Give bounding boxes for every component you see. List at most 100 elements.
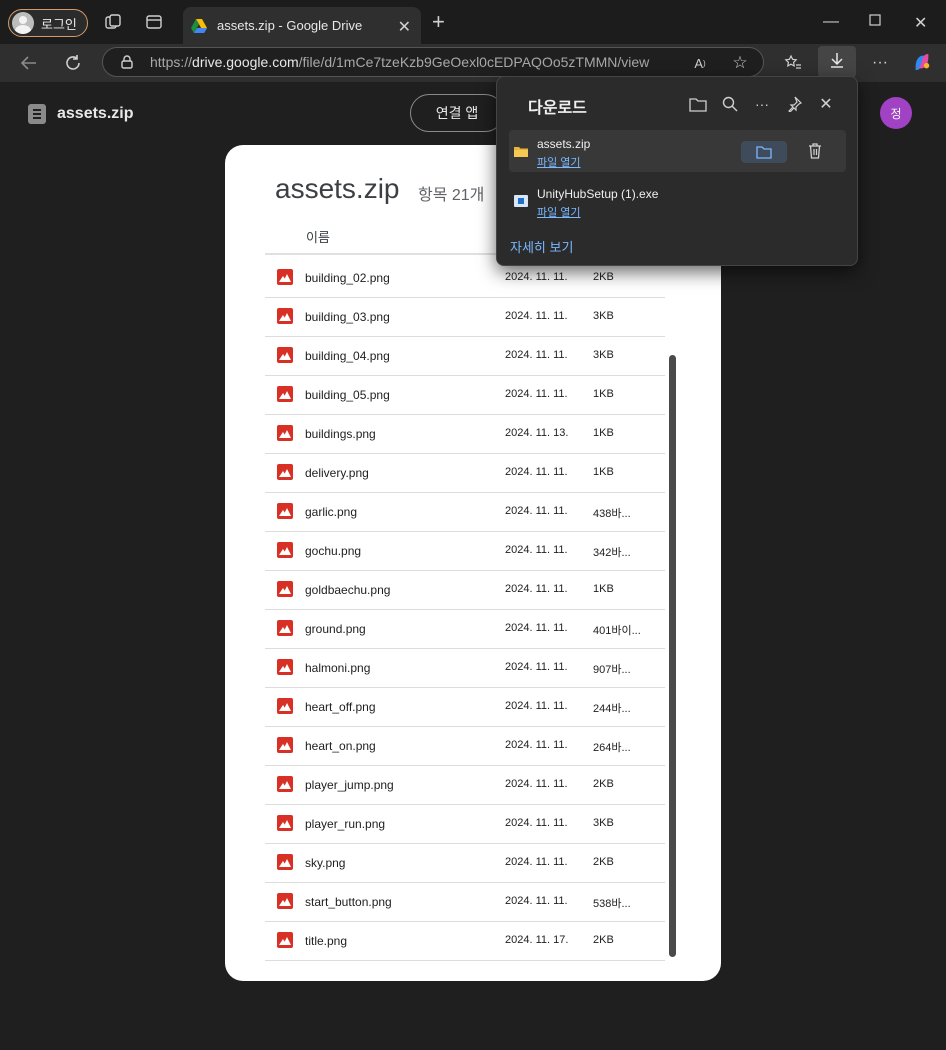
profile-icon [12,12,34,34]
file-size: 2KB [593,934,614,946]
file-name: garlic.png [305,505,358,519]
file-date: 2024. 11. 11. [505,388,568,400]
downloads-title: 다운로드 [528,100,587,117]
file-date: 2024. 11. 11. [505,778,568,790]
plus-icon[interactable]: + [432,11,445,33]
zip-folder-icon [514,144,528,157]
table-row[interactable]: building_04.png 2024. 11. 11. 3KB [265,337,665,376]
file-name: halmoni.png [305,661,371,675]
table-row[interactable]: garlic.png 2024. 11. 11. 438바... [265,493,665,532]
avatar[interactable]: 정 [880,97,912,129]
star-icon[interactable]: ☆ [730,53,750,73]
file-date: 2024. 11. 11. [505,856,568,868]
file-name: player_run.png [305,817,386,831]
file-size: 1KB [593,388,614,400]
download-item[interactable]: assets.zip 파일 열기 [509,130,846,172]
file-name: heart_on.png [305,739,376,753]
table-row[interactable]: ground.png 2024. 11. 11. 401바이... [265,610,665,649]
file-date: 2024. 11. 11. [505,739,568,751]
file-size: 401바이... [593,625,641,637]
download-item-name: UnityHubSetup (1).exe [537,187,659,201]
close-window-icon[interactable]: ✕ [914,13,927,33]
downloads-button[interactable] [818,46,856,78]
file-size: 264바... [593,742,631,754]
file-size: 1KB [593,466,614,478]
read-aloud-icon[interactable]: A) [690,53,710,73]
image-file-icon [277,542,293,558]
close-icon[interactable]: ✕ [398,17,411,37]
minimize-icon[interactable]: — [823,13,839,31]
show-in-folder-button[interactable] [741,141,787,163]
workspaces-icon[interactable] [103,12,123,32]
more-icon[interactable]: ··· [870,53,890,73]
image-file-icon [277,425,293,441]
maximize-icon[interactable] [869,13,881,31]
url-text: https://drive.google.com/file/d/1mCe7tze… [150,54,650,70]
file-list: building_02.png 2024. 11. 11. 2KB building_… [265,259,665,961]
pin-icon[interactable] [784,95,804,113]
image-file-icon [277,815,293,831]
image-file-icon [277,269,293,285]
file-date: 2024. 11. 11. [505,349,568,361]
trash-icon[interactable] [807,142,823,164]
download-item[interactable]: UnityHubSetup (1).exe 파일 열기 [509,180,846,222]
archive-preview-card: assets.zip 항목 21개 이름 building_02.png 2024… [225,145,721,981]
table-row[interactable]: title.png 2024. 11. 17. 2KB [265,922,665,961]
table-row[interactable]: heart_on.png 2024. 11. 11. 264바... [265,727,665,766]
table-row[interactable]: heart_off.png 2024. 11. 11. 244바... [265,688,665,727]
file-size: 1KB [593,427,614,439]
file-date: 2024. 11. 13. [505,427,569,439]
table-row[interactable]: start_button.png 2024. 11. 11. 538바... [265,883,665,922]
table-row[interactable]: goldbaechu.png 2024. 11. 11. 1KB [265,571,665,610]
zip-file-icon [28,104,46,124]
open-file-link[interactable]: 파일 열기 [537,154,581,170]
file-date: 2024. 11. 11. [505,271,568,283]
image-file-icon [277,698,293,714]
archive-title: assets.zip [275,173,400,204]
file-date: 2024. 11. 11. [505,895,568,907]
table-row[interactable]: player_run.png 2024. 11. 11. 3KB [265,805,665,844]
title-bar: 로그인 assets.zip - Google Drive ✕ + — ✕ [0,0,946,44]
open-file-link[interactable]: 파일 열기 [537,204,581,220]
table-row[interactable]: halmoni.png 2024. 11. 11. 907바... [265,649,665,688]
refresh-icon[interactable] [63,53,83,73]
drive-file-name: assets.zip [57,105,134,122]
file-name: building_04.png [305,349,390,363]
back-arrow-icon[interactable] [19,53,39,73]
image-file-icon [277,503,293,519]
table-row[interactable]: gochu.png 2024. 11. 11. 342바... [265,532,665,571]
image-file-icon [277,464,293,480]
file-size: 2KB [593,271,614,283]
image-file-icon [277,932,293,948]
drive-file-title: assets.zip [28,104,133,124]
file-size: 342바... [593,547,631,559]
table-row[interactable]: building_03.png 2024. 11. 11. 3KB [265,298,665,337]
table-row[interactable]: delivery.png 2024. 11. 11. 1KB [265,454,665,493]
file-size: 2KB [593,856,614,868]
folder-icon[interactable] [688,95,708,113]
file-name: player_jump.png [305,778,394,792]
archive-item-count: 항목 21개 [418,187,485,204]
tab-actions-icon[interactable] [144,12,164,32]
more-options-icon[interactable]: ··· [752,95,772,113]
image-file-icon [277,854,293,870]
table-row[interactable]: player_jump.png 2024. 11. 11. 2KB [265,766,665,805]
column-header-name[interactable]: 이름 [306,227,330,246]
close-icon[interactable]: ✕ [816,95,836,113]
exe-file-icon [514,194,528,207]
file-size: 907바... [593,664,631,676]
table-row[interactable]: building_05.png 2024. 11. 11. 1KB [265,376,665,415]
tab-google-drive[interactable]: assets.zip - Google Drive ✕ [183,7,421,44]
image-file-icon [277,347,293,363]
address-bar[interactable]: https://drive.google.com/file/d/1mCe7tze… [102,47,764,77]
see-more-link[interactable]: 자세히 보기 [510,237,573,256]
search-icon[interactable] [720,95,740,113]
favorites-icon[interactable] [783,53,803,73]
scrollbar[interactable] [669,355,676,957]
connect-app-button[interactable]: 연결 앱 [410,94,504,132]
profile-button[interactable]: 로그인 [8,9,88,37]
copilot-icon[interactable] [912,52,932,72]
lock-icon[interactable] [120,55,134,69]
table-row[interactable]: sky.png 2024. 11. 11. 2KB [265,844,665,883]
table-row[interactable]: buildings.png 2024. 11. 13. 1KB [265,415,665,454]
